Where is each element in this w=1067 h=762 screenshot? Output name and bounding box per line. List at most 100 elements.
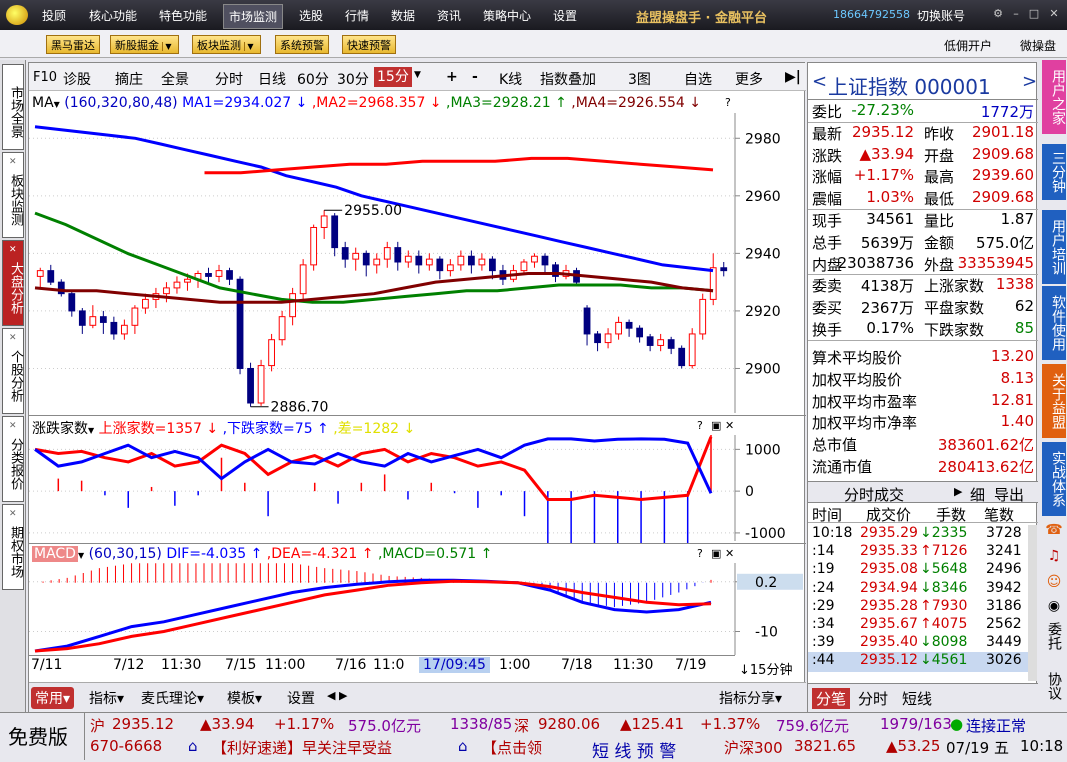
dif-value: DIF=-4.035 ↑ bbox=[166, 546, 263, 562]
chevron-down-icon[interactable]: ▼ bbox=[88, 426, 94, 435]
ma-indicator-name[interactable]: MA bbox=[32, 95, 54, 111]
tab-options-market[interactable]: ✕ 期权市场 bbox=[2, 504, 24, 590]
menu-item-stock-select[interactable]: 选股 bbox=[299, 7, 323, 24]
period-60-button[interactable]: 60分 bbox=[297, 69, 329, 89]
tab-settings[interactable]: 设置 bbox=[287, 688, 315, 708]
close-icon[interactable]: ✕ bbox=[9, 330, 17, 346]
micro-trade-link[interactable]: 微操盘 bbox=[1020, 37, 1056, 54]
help-icon[interactable]: ? bbox=[697, 419, 703, 432]
user-icon[interactable]: ☺ bbox=[1043, 574, 1065, 596]
next-arrow-icon[interactable]: > bbox=[1022, 71, 1037, 92]
tab-market-analysis[interactable]: ✕ 大盘分析 bbox=[2, 240, 24, 326]
zoom-out-button[interactable]: - bbox=[472, 69, 478, 85]
minimize-icon[interactable]: – bbox=[1008, 7, 1024, 21]
home-icon[interactable]: ⌂ bbox=[458, 737, 468, 755]
tab-scroll-arrows-icon[interactable]: ◀ ▶ bbox=[327, 689, 347, 702]
intraday-button[interactable]: 分时 bbox=[215, 69, 243, 89]
tab-market-overview[interactable]: 市场全景 bbox=[2, 64, 24, 150]
maximize-icon[interactable]: □ bbox=[1026, 7, 1042, 21]
maximize-icon[interactable]: ▣ bbox=[711, 547, 721, 560]
zoom-in-button[interactable]: + bbox=[446, 69, 458, 85]
news-headline-1[interactable]: 【利好速递】早关注早受益 bbox=[212, 737, 392, 758]
diagnose-button[interactable]: 诊股 bbox=[63, 69, 91, 89]
low-commission-link[interactable]: 低佣开户 bbox=[944, 37, 992, 54]
three-minute-tab[interactable]: 三分钟 bbox=[1042, 144, 1066, 200]
panorama-button[interactable]: 全景 bbox=[161, 69, 189, 89]
quick-alert-button[interactable]: 快速预警 bbox=[342, 35, 396, 54]
daily-button[interactable]: 日线 bbox=[258, 69, 286, 89]
chevron-down-icon[interactable]: ▼ bbox=[244, 42, 256, 51]
tab-template[interactable]: 模板▾ bbox=[227, 688, 262, 708]
qq-icon[interactable]: ◉ bbox=[1043, 598, 1065, 620]
tab-sector-monitor[interactable]: ✕ 板块监测 bbox=[2, 152, 24, 238]
settings-icon[interactable]: ⚙ bbox=[990, 7, 1006, 21]
system-alert-button[interactable]: 系统预警 bbox=[275, 35, 329, 54]
about-yimeng-tab[interactable]: 关于益盟 bbox=[1042, 364, 1066, 438]
chevron-down-icon[interactable]: ▼ bbox=[54, 100, 60, 109]
menu-item-settings[interactable]: 设置 bbox=[553, 7, 577, 24]
export-button[interactable]: 导出 bbox=[994, 484, 1024, 505]
home-icon[interactable]: ⌂ bbox=[188, 737, 198, 755]
f10-button[interactable]: F10 bbox=[33, 70, 57, 85]
period-30-button[interactable]: 30分 bbox=[337, 69, 369, 89]
play-icon[interactable]: ▶ bbox=[954, 485, 962, 498]
combat-system-tab[interactable]: 实战体系 bbox=[1042, 442, 1066, 516]
user-home-tab[interactable]: 用户之家 bbox=[1042, 60, 1066, 134]
collapse-arrow-icon[interactable]: ▶| bbox=[785, 69, 801, 85]
entrust-tab[interactable]: 委托 bbox=[1043, 622, 1065, 650]
fine-button[interactable]: 细 bbox=[970, 484, 985, 505]
news-headline-2[interactable]: 【点击领 bbox=[482, 737, 542, 758]
period-15-button[interactable]: 15分 bbox=[374, 67, 412, 87]
chevron-down-icon[interactable]: ▼ bbox=[414, 70, 421, 80]
menu-item-tougu[interactable]: 投顾 bbox=[42, 7, 66, 24]
close-icon[interactable]: ✕ bbox=[9, 242, 17, 258]
chevron-down-icon[interactable]: ▼ bbox=[78, 551, 84, 560]
switch-account-link[interactable]: 切换账号 bbox=[917, 7, 965, 24]
prev-arrow-icon[interactable]: < bbox=[812, 71, 827, 92]
more-button[interactable]: 更多 bbox=[735, 69, 763, 89]
close-icon[interactable]: ✕ bbox=[1046, 7, 1062, 21]
tab-minute[interactable]: 分时 bbox=[858, 688, 888, 709]
tab-indicators[interactable]: 指标▾ bbox=[89, 688, 124, 708]
tab-shortline[interactable]: 短线 bbox=[902, 688, 932, 709]
agreement-tab[interactable]: 协议 bbox=[1043, 672, 1065, 700]
software-usage-tab[interactable]: 软件使用 bbox=[1042, 286, 1066, 360]
new-stock-button[interactable]: 新股掘金 ▼ bbox=[110, 35, 179, 54]
index-ticker-row[interactable]: 沪 2935.12 ▲33.94 +1.17% 575.0亿元 1338/85 … bbox=[90, 715, 1060, 735]
close-icon[interactable]: ✕ bbox=[9, 154, 17, 170]
three-charts-button[interactable]: 3图 bbox=[628, 69, 651, 89]
chevron-down-icon[interactable]: ▼ bbox=[162, 42, 174, 51]
tab-mai-theory[interactable]: 麦氏理论▾ bbox=[141, 688, 204, 708]
close-icon[interactable]: ✕ bbox=[9, 506, 17, 522]
index-overlay-button[interactable]: 指数叠加 bbox=[540, 69, 596, 89]
maximize-icon[interactable]: ▣ bbox=[711, 419, 721, 432]
heima-radar-button[interactable]: 黑马雷达 bbox=[46, 35, 100, 54]
sector-monitor-button[interactable]: 板块监测 ▼ bbox=[192, 35, 261, 54]
help-icon[interactable]: ? bbox=[725, 96, 731, 109]
menu-item-feature[interactable]: 特色功能 bbox=[159, 7, 207, 24]
close-icon[interactable]: ✕ bbox=[725, 547, 734, 560]
menu-item-market-monitor[interactable]: 市场监测 bbox=[223, 4, 284, 29]
shortline-alert[interactable]: 短 线 预 警 bbox=[592, 737, 676, 762]
macd-indicator-name[interactable]: MACD bbox=[32, 546, 78, 562]
tab-stock-analysis[interactable]: ✕ 个股分析 bbox=[2, 328, 24, 414]
menu-item-data[interactable]: 数据 bbox=[391, 7, 415, 24]
help-icon[interactable]: ? bbox=[697, 547, 703, 560]
kline-button[interactable]: K线 bbox=[499, 69, 522, 89]
close-icon[interactable]: ✕ bbox=[725, 419, 734, 432]
close-icon[interactable]: ✕ bbox=[9, 418, 17, 434]
menu-item-strategy[interactable]: 策略中心 bbox=[483, 7, 531, 24]
tab-common[interactable]: 常用▾ bbox=[31, 687, 75, 709]
menu-item-news[interactable]: 资讯 bbox=[437, 7, 461, 24]
zhaizhuang-button[interactable]: 摘庄 bbox=[115, 69, 143, 89]
user-training-tab[interactable]: 用户培训 bbox=[1042, 210, 1066, 284]
headset-icon[interactable]: ♫ bbox=[1043, 548, 1065, 570]
tab-ticks[interactable]: 分笔 bbox=[812, 688, 851, 709]
watchlist-button[interactable]: 自选 bbox=[684, 69, 712, 89]
indicator-share-button[interactable]: 指标分享▾ bbox=[719, 688, 782, 708]
news-ticker-row[interactable]: 670-6668 ⌂ 【利好速递】早关注早受益 ⌂ 【点击领 短 线 预 警 沪… bbox=[90, 737, 1063, 762]
phone-icon[interactable]: ☎ bbox=[1043, 522, 1065, 544]
menu-item-quotes[interactable]: 行情 bbox=[345, 7, 369, 24]
menu-item-core[interactable]: 核心功能 bbox=[89, 7, 137, 24]
tab-category-quotes[interactable]: ✕ 分类报价 bbox=[2, 416, 24, 502]
